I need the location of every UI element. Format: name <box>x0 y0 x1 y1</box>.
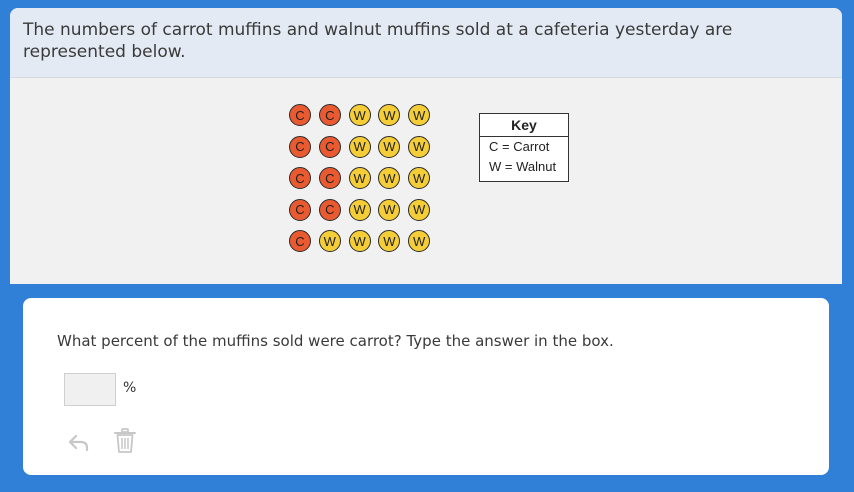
walnut-muffin: W <box>408 198 431 221</box>
key-table: Key C = Carrot W = Walnut <box>479 113 569 182</box>
prompt-line-2: represented below. <box>23 42 186 62</box>
prompt-bar: The numbers of carrot muffins and walnut… <box>10 8 842 78</box>
carrot-muffin: C <box>318 135 341 158</box>
walnut-muffin: W <box>318 230 341 252</box>
carrot-muffin: C <box>289 167 311 189</box>
walnut-muffin: W <box>348 198 371 221</box>
muffin-figure: CCWWWCCWWWCCWWWCCWWWCWWWW Key C = Carrot… <box>289 104 589 264</box>
walnut-muffin: W <box>408 135 431 158</box>
prompt-line-1: The numbers of carrot muffins and walnut… <box>23 20 733 40</box>
key-title: Key <box>480 114 568 137</box>
muffin-row: CCWWW <box>289 135 438 168</box>
walnut-muffin: W <box>378 104 401 126</box>
muffin-row: CCWWW <box>289 167 438 199</box>
undo-icon[interactable] <box>67 431 91 453</box>
carrot-muffin: C <box>318 167 341 189</box>
walnut-muffin: W <box>348 230 371 252</box>
muffin-grid: CCWWWCCWWWCCWWWCCWWWCWWWW <box>289 104 438 262</box>
walnut-muffin: W <box>348 167 371 189</box>
walnut-muffin: W <box>408 104 431 126</box>
carrot-muffin: C <box>318 198 341 221</box>
walnut-muffin: W <box>378 198 401 221</box>
key-walnut: W = Walnut <box>489 159 557 174</box>
carrot-muffin: C <box>289 198 311 221</box>
question-panel: What percent of the muffins sold were ca… <box>23 298 829 475</box>
walnut-muffin: W <box>378 167 401 189</box>
walnut-muffin: W <box>408 167 431 189</box>
muffin-row: CCWWW <box>289 198 438 231</box>
question-text: What percent of the muffins sold were ca… <box>57 332 614 350</box>
muffin-row: CWWWW <box>289 230 438 262</box>
answer-input[interactable] <box>64 373 116 406</box>
carrot-muffin: C <box>318 104 341 126</box>
percent-sign: % <box>123 380 137 396</box>
stimulus-panel: The numbers of carrot muffins and walnut… <box>10 8 842 284</box>
walnut-muffin: W <box>348 104 371 126</box>
carrot-muffin: C <box>289 104 311 126</box>
muffin-row: CCWWW <box>289 104 438 136</box>
carrot-muffin: C <box>289 135 311 158</box>
walnut-muffin: W <box>378 135 401 158</box>
walnut-muffin: W <box>378 230 401 252</box>
key-carrot: C = Carrot <box>489 139 550 154</box>
carrot-muffin: C <box>289 230 311 252</box>
trash-icon[interactable] <box>114 428 136 454</box>
walnut-muffin: W <box>348 135 371 158</box>
walnut-muffin: W <box>408 230 431 252</box>
